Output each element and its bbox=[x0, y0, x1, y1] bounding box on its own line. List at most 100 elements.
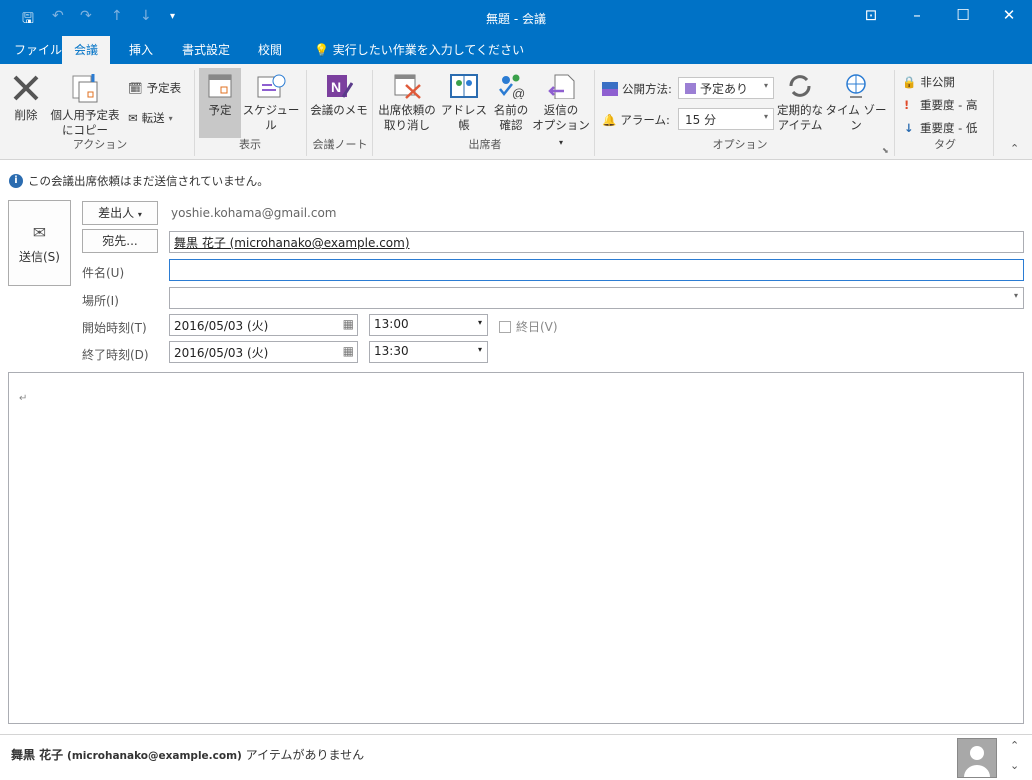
forward-button[interactable]: ✉ 転送 ▾ bbox=[128, 110, 173, 126]
all-day-checkbox[interactable]: 終日(V) bbox=[499, 318, 558, 335]
location-label: 場所(I) bbox=[82, 294, 119, 308]
schedule-clock-icon bbox=[257, 74, 286, 98]
response-options-button[interactable]: 返信の オプション ▾ bbox=[532, 73, 590, 150]
divider bbox=[993, 70, 994, 156]
tab-insert[interactable]: 挿入 bbox=[117, 36, 165, 64]
recurrence-button[interactable]: 定期的な アイテム bbox=[776, 73, 824, 133]
info-bar: i この会議出席依頼はまだ送信されていません。 bbox=[9, 173, 269, 189]
divider bbox=[372, 70, 373, 156]
end-time-value: 13:30 bbox=[374, 344, 409, 358]
to-field[interactable]: 舞黒 花子 (microhanako@example.com) bbox=[169, 231, 1024, 253]
reply-label-2: オプション bbox=[532, 118, 590, 132]
response-options-icon bbox=[548, 74, 575, 99]
cancel-invitation-button[interactable]: 出席依頼の 取り消し bbox=[376, 73, 438, 133]
group-options-label: オプション bbox=[712, 138, 768, 151]
globe-icon bbox=[846, 74, 866, 98]
high-label: 重要度 - 高 bbox=[920, 98, 978, 112]
expand-up-icon[interactable]: ⌃ bbox=[1010, 739, 1019, 752]
subject-input[interactable] bbox=[169, 259, 1024, 281]
meeting-notes-label: 会議のメモ bbox=[310, 103, 368, 117]
end-time-select[interactable]: 13:30 ▾ bbox=[369, 341, 488, 363]
location-input[interactable]: ▾ bbox=[169, 287, 1024, 309]
tell-me-box[interactable]: 💡 実行したい作業を入力してください bbox=[302, 36, 536, 64]
send-button[interactable]: ✉ 送信(S) bbox=[8, 200, 71, 286]
from-button[interactable]: 差出人 ▾ bbox=[82, 201, 158, 225]
avatar[interactable] bbox=[957, 738, 997, 778]
show-as-select[interactable]: 予定あり ▾ bbox=[678, 77, 774, 99]
end-date-input[interactable]: 2016/05/03 (火) ▦ bbox=[169, 341, 358, 363]
check-names-icon: @ bbox=[499, 74, 525, 99]
message-body-editor[interactable]: ↵ bbox=[8, 372, 1024, 724]
show-as-icon bbox=[602, 82, 618, 96]
group-tags-label: タグ bbox=[934, 138, 956, 151]
check-label-1: 名前の bbox=[493, 103, 529, 117]
divider bbox=[894, 70, 895, 156]
from-label: 差出人 bbox=[98, 206, 135, 220]
maximize-icon[interactable]: ☐ bbox=[940, 6, 986, 24]
person-icon bbox=[964, 746, 990, 777]
address-book-button[interactable]: アドレス帳 bbox=[438, 73, 490, 133]
recurrence-icon bbox=[789, 75, 811, 97]
people-pane-text: 舞黒 花子 (microhanako@example.com) アイテムがありま… bbox=[11, 746, 364, 763]
address-book-label: アドレス帳 bbox=[441, 103, 487, 132]
address-book-icon bbox=[450, 74, 478, 98]
start-time-value: 13:00 bbox=[374, 317, 409, 331]
tab-meeting[interactable]: 会議 bbox=[62, 36, 111, 64]
divider bbox=[194, 70, 195, 156]
calendar-label: 予定表 bbox=[146, 81, 182, 95]
low-importance-button[interactable]: ↓ 重要度 - 低 bbox=[904, 120, 977, 136]
dropdown-arrow-icon: ▾ bbox=[168, 113, 173, 123]
start-date-value: 2016/05/03 (火) bbox=[174, 319, 269, 333]
contact-email: (microhanako@example.com) bbox=[67, 750, 242, 762]
time-zones-button[interactable]: タイム ゾーン bbox=[824, 73, 888, 133]
delete-label: 削除 bbox=[14, 108, 38, 122]
start-date-input[interactable]: 2016/05/03 (火) ▦ bbox=[169, 314, 358, 336]
to-recipient[interactable]: 舞黒 花子 (microhanako@example.com) bbox=[174, 236, 410, 250]
ribbon-display-icon[interactable]: ⊡ bbox=[848, 6, 894, 24]
dropdown-arrow-icon[interactable]: ▾ bbox=[1014, 291, 1018, 300]
dropdown-arrow-icon: ▾ bbox=[558, 138, 563, 147]
contact-name[interactable]: 舞黒 花子 bbox=[11, 748, 63, 762]
close-icon[interactable]: ✕ bbox=[986, 6, 1032, 24]
tab-format[interactable]: 書式設定 bbox=[170, 36, 242, 64]
calendar-picker-icon[interactable]: ▦ bbox=[343, 344, 354, 358]
calendar-cancel-icon bbox=[394, 74, 421, 99]
collapse-down-icon[interactable]: ⌄ bbox=[1010, 759, 1019, 772]
reminder-select[interactable]: 15 分 ▾ bbox=[678, 108, 774, 130]
end-date-value: 2016/05/03 (火) bbox=[174, 346, 269, 360]
lock-icon: 🔒 bbox=[902, 75, 917, 89]
private-button[interactable]: 🔒 非公開 bbox=[902, 74, 955, 90]
subject-label: 件名(U) bbox=[82, 266, 125, 280]
title-bar: 🖫 ↶ ↷ ↑ ↓ ▾ 無題 - 会議 ⊡ – ☐ ✕ bbox=[0, 0, 1032, 36]
copy-to-calendar-button[interactable]: 個人用予定表 にコピー bbox=[46, 72, 124, 138]
dropdown-arrow-icon: ▾ bbox=[477, 345, 482, 354]
checkbox-icon[interactable] bbox=[499, 320, 511, 333]
delete-button[interactable]: 削除 bbox=[6, 72, 46, 123]
group-actions-label: アクション bbox=[72, 138, 128, 151]
calendar-picker-icon[interactable]: ▦ bbox=[343, 317, 354, 331]
high-importance-button[interactable]: ! 重要度 - 高 bbox=[904, 97, 977, 113]
down-arrow-icon: ↓ bbox=[904, 121, 914, 135]
check-names-button[interactable]: @ 名前の 確認 bbox=[490, 73, 532, 133]
dropdown-arrow-icon: ▾ bbox=[763, 81, 768, 90]
delete-x-icon bbox=[13, 75, 39, 101]
group-show-label: 表示 bbox=[239, 138, 261, 151]
time-zone-label: タイム ゾーン bbox=[825, 103, 887, 132]
minimize-icon[interactable]: – bbox=[894, 6, 940, 24]
scheduling-button[interactable]: スケジュール bbox=[242, 73, 300, 133]
show-as-label: 公開方法: bbox=[602, 81, 672, 97]
end-time-label: 終了時刻(D) bbox=[82, 348, 149, 362]
meeting-notes-button[interactable]: N 会議のメモ bbox=[310, 73, 368, 118]
calendar-button-2[interactable]: 🗓 予定表 bbox=[128, 80, 181, 96]
start-time-select[interactable]: 13:00 ▾ bbox=[369, 314, 488, 336]
onenote-icon: N bbox=[327, 75, 353, 98]
collapse-ribbon-icon[interactable]: ⌃ bbox=[1010, 142, 1019, 155]
to-button[interactable]: 宛先... bbox=[82, 229, 158, 253]
appointment-view-button[interactable]: 予定 bbox=[199, 68, 241, 138]
send-label: 送信(S) bbox=[19, 250, 60, 264]
recurrence-label-2: アイテム bbox=[777, 118, 823, 132]
tab-review[interactable]: 校閲 bbox=[246, 36, 294, 64]
dialog-launcher-icon[interactable]: ⬊ bbox=[882, 146, 889, 155]
bell-icon: 🔔 bbox=[602, 113, 617, 127]
show-as-text: 公開方法: bbox=[622, 82, 672, 96]
